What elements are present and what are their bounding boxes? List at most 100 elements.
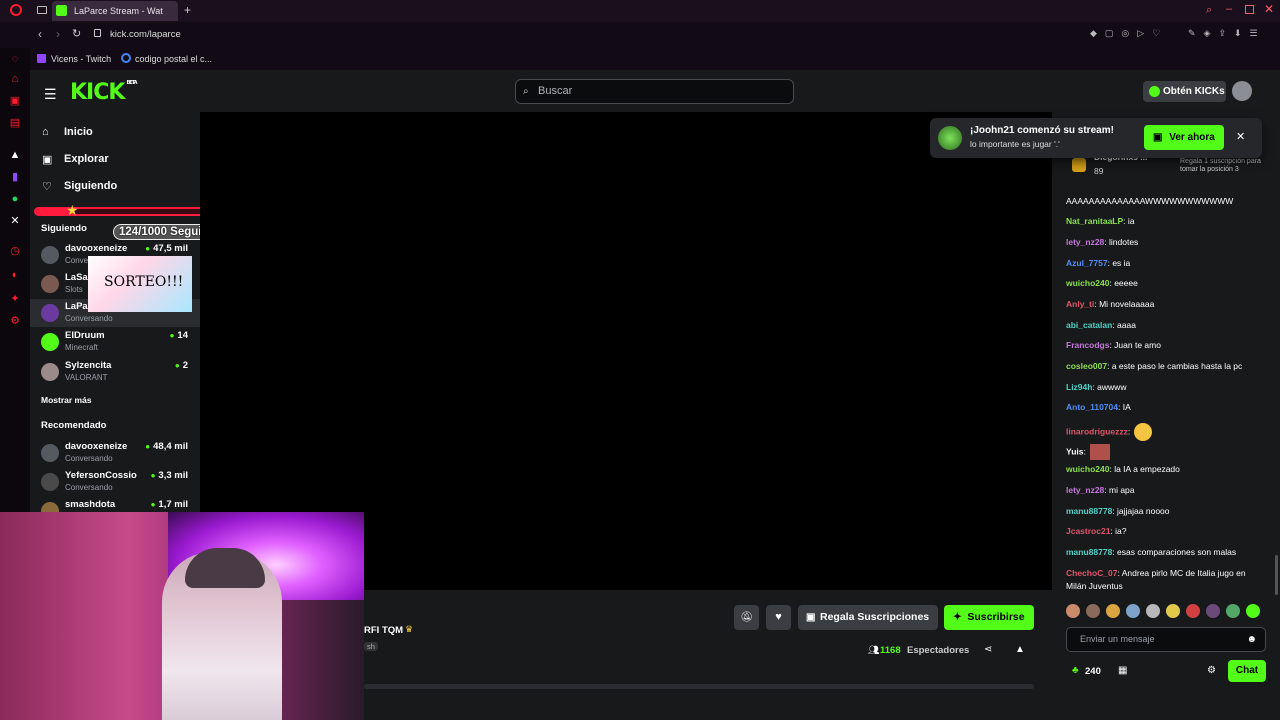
chat-username[interactable]: ChechoC_07 [1066, 568, 1118, 578]
close-notification-icon[interactable]: ✕ [1236, 130, 1245, 143]
address-bar: ‹ › ↻ kick.com/laparce ◆▢◎▷♡ ✎◈⇪⬇☰ [0, 22, 1280, 48]
bookmark-codigo-postal[interactable]: codigo postal el c... [135, 54, 212, 64]
chat-username[interactable]: wuicho240 [1066, 464, 1109, 474]
chat-username[interactable]: abi_catalan [1066, 320, 1112, 330]
chat-message-input[interactable]: Enviar un mensaje ☻ [1066, 627, 1266, 652]
stream-started-notification: ¡Joohn21 comenzó su stream! lo important… [930, 118, 1262, 158]
maximize-icon[interactable] [1245, 5, 1254, 14]
shopping-icon[interactable]: ⌂ [8, 72, 22, 86]
gift-subs-button[interactable]: ▣ Regala Suscripciones [798, 605, 938, 630]
channel-avatar [41, 444, 59, 462]
chat-message: abi_catalan: aaaa [1066, 320, 1136, 330]
subscribe-button[interactable]: ✦ Suscribirse [944, 605, 1034, 630]
chat-message: Anly_ti: Mi novelaaaaa [1066, 299, 1154, 309]
google-bookmark-icon [121, 53, 131, 63]
chat-message-text: Milán Juventus [1066, 581, 1123, 591]
channel-category: Slots [65, 285, 83, 294]
x-icon[interactable]: ✕ [8, 214, 22, 228]
channel-avatar [41, 304, 59, 322]
chat-username[interactable]: lety_nz28 [1066, 485, 1104, 495]
watch-now-button[interactable]: ▣ Ver ahora [1144, 125, 1224, 150]
twitch-icon[interactable]: ▮ [8, 170, 22, 184]
follow-button[interactable]: ♥ [766, 605, 791, 630]
bookmarks-bar: Vicens - Twitch codigo postal el c... [0, 48, 1280, 70]
channel-points[interactable]: 240 [1085, 666, 1101, 677]
store-icon[interactable]: ▦ [1118, 665, 1127, 676]
url-field[interactable]: kick.com/laparce [110, 29, 181, 40]
gift-promo-text[interactable]: Regala 1 suscripción para tomar la posic… [1180, 158, 1270, 174]
chat-username[interactable]: Francodgs [1066, 340, 1109, 350]
share-icon[interactable]: ⋖ [984, 644, 992, 655]
category-fragment[interactable]: sh [364, 642, 378, 651]
channel-viewer-count: 14 [170, 330, 188, 341]
chat-username[interactable]: manu88778 [1066, 547, 1112, 557]
explore-icon: ▣ [42, 154, 53, 166]
new-tab-icon[interactable]: + [184, 3, 191, 17]
games-icon[interactable]: ▤ [8, 116, 22, 130]
chat-message-text: : Mi novelaaaaa [1094, 299, 1155, 309]
tab-manager-icon[interactable] [37, 6, 47, 14]
nav-siguiendo[interactable]: Siguiendo [64, 180, 117, 192]
chat-username[interactable]: linarodriguezzz [1066, 426, 1128, 436]
lock-icon [94, 29, 101, 37]
webcam-overlay [0, 512, 364, 720]
bookmark-vicens[interactable]: Vicens - Twitch [51, 54, 111, 64]
extensions-icons[interactable]: ◆▢◎▷♡ [1090, 28, 1168, 39]
chat-username[interactable]: cosleo007 [1066, 361, 1107, 371]
kick-logo[interactable]: KICK BETA [70, 80, 138, 105]
back-icon[interactable]: ‹ [38, 27, 42, 41]
reload-icon[interactable]: ↻ [72, 27, 81, 40]
opera-logo-icon[interactable] [10, 4, 22, 16]
chat-username[interactable]: Yuis [1066, 446, 1083, 456]
chat-send-button[interactable]: Chat [1228, 660, 1266, 682]
menu-icon[interactable]: ☰ [44, 86, 57, 103]
forward-icon[interactable]: › [56, 27, 60, 41]
thinking-emoji-icon [1134, 423, 1153, 441]
chat-username[interactable]: Nat_ranitaaLP [1066, 216, 1123, 226]
chat-message: lety_nz28: lindotes [1066, 237, 1138, 247]
whatsapp-icon[interactable]: ● [8, 192, 22, 206]
chat-username[interactable]: lety_nz28 [1066, 237, 1104, 247]
notifications-button[interactable]: 🔕︎ [734, 605, 759, 630]
chat-scrollbar[interactable] [1275, 555, 1278, 595]
channel-avatar [41, 333, 59, 351]
channel-category: Conversando [65, 483, 113, 492]
chat-username[interactable]: Anly_ti [1066, 299, 1094, 309]
report-icon[interactable]: ▲ [1015, 644, 1025, 655]
emoji-icon[interactable]: ☻ [1246, 628, 1257, 651]
chat-username[interactable]: manu88778 [1066, 506, 1112, 516]
user-avatar[interactable] [1232, 81, 1252, 101]
history-icon[interactable]: ◷ [8, 244, 22, 258]
notification-avatar [938, 126, 962, 150]
close-window-icon[interactable]: ✕ [1264, 2, 1274, 16]
channel-avatar [41, 275, 59, 293]
chat-username[interactable]: Anto_110704 [1066, 402, 1118, 412]
chat-message-text: : es ia [1107, 258, 1131, 268]
bell-off-icon: 🔕︎ [740, 612, 753, 623]
gift-icon: ▣ [806, 612, 816, 623]
chat-message: Nat_ranitaaLP: ia [1066, 216, 1135, 226]
search-input[interactable]: ⌕ Buscar [515, 79, 794, 104]
settings-icon[interactable]: ⚙ [8, 314, 22, 328]
nav-inicio[interactable]: Inicio [64, 126, 93, 138]
extensions-icon[interactable]: ✦ [8, 292, 22, 306]
aria-ai-icon[interactable]: ▲ [8, 148, 22, 162]
get-kicks-button[interactable]: Obtén KICKs [1143, 81, 1226, 102]
toolbar-icons[interactable]: ✎◈⇪⬇☰ [1188, 28, 1266, 39]
chat-settings-icon[interactable]: ⚙ [1207, 665, 1216, 676]
flow-icon[interactable]: ◐ [8, 268, 22, 282]
chat-username[interactable]: wuicho240 [1066, 278, 1109, 288]
news-icon[interactable]: ▣ [8, 94, 22, 108]
aria-icon[interactable]: ◌ [8, 52, 22, 66]
chat-username[interactable]: Jcastroc21 [1066, 526, 1110, 536]
search-tabs-icon[interactable]: ⌕ [1206, 4, 1212, 17]
show-more-link[interactable]: Mostrar más [41, 395, 92, 405]
chat-username[interactable]: Azul_7757 [1066, 258, 1108, 268]
minimize-icon[interactable]: – [1226, 3, 1232, 15]
browser-tab[interactable]: LaParce Stream - Wat [52, 1, 178, 21]
nav-explorar[interactable]: Explorar [64, 153, 109, 165]
browser-tab-bar: LaParce Stream - Wat + ⌕ – ✕ [0, 0, 1280, 22]
chat-message: Yuis: [1066, 444, 1110, 460]
scroll-indicator [364, 684, 1034, 689]
chat-username[interactable]: Liz94h [1066, 382, 1092, 392]
